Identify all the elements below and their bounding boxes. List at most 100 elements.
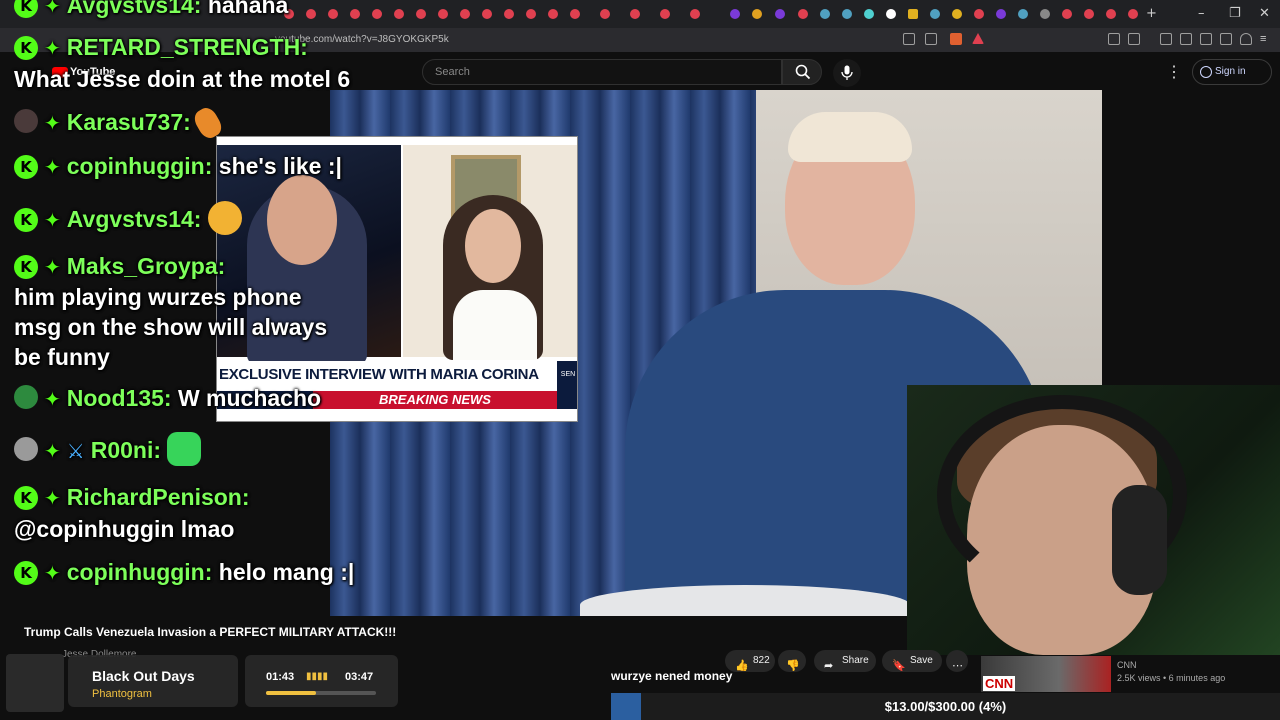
minimize-icon[interactable]: – (1198, 6, 1205, 21)
menu-icon[interactable]: ≡ (1260, 33, 1272, 45)
chat-message: K ✦ copinhuggin: helo mang :| (14, 557, 354, 588)
song-title: Black Out Days (92, 668, 195, 684)
tab-favicon[interactable] (1040, 9, 1050, 19)
tab-favicon[interactable] (864, 9, 874, 19)
tab-favicon[interactable] (930, 9, 940, 19)
kick-icon: K (14, 561, 38, 585)
wallet-icon[interactable] (1200, 33, 1212, 45)
tab-favicon[interactable] (328, 9, 338, 19)
rewards-icon[interactable] (972, 33, 984, 44)
tab-favicon[interactable] (306, 9, 316, 19)
subscriber-icon: ✦ (44, 486, 61, 510)
tab-favicon[interactable] (482, 9, 492, 19)
news-guest-frame (403, 145, 577, 360)
tab-favicon[interactable] (752, 9, 762, 19)
tab-favicon[interactable] (798, 9, 808, 19)
tab-favicon[interactable] (372, 9, 382, 19)
subscriber-icon: ✦ (44, 439, 61, 463)
album-art (6, 654, 64, 712)
tab-favicon[interactable] (504, 9, 514, 19)
user-avatar (14, 109, 38, 133)
recommended-thumbnail[interactable]: CNN (981, 656, 1111, 692)
tab-favicon[interactable] (350, 9, 360, 19)
tab-favicon[interactable] (438, 9, 448, 19)
tab-favicon[interactable] (908, 9, 918, 19)
tab-favicon[interactable] (460, 9, 470, 19)
chat-message: What Jesse doin at the motel 6 (14, 64, 350, 94)
tab-favicon[interactable] (394, 9, 404, 19)
cast-icon[interactable] (903, 33, 915, 45)
subscriber-icon: ✦ (44, 255, 61, 279)
tab-favicon[interactable] (820, 9, 830, 19)
extensions-icon[interactable] (1108, 33, 1120, 45)
tab-favicon[interactable] (886, 9, 896, 19)
chat-text: him playing wurzes phone msg on the show… (14, 284, 328, 370)
user-avatar (14, 385, 38, 409)
tab-favicon[interactable] (1062, 9, 1072, 19)
song-duration: 03:47 (345, 671, 374, 683)
sidebar-icon[interactable] (1180, 33, 1192, 45)
brave-shield-icon[interactable] (950, 33, 962, 45)
tab-favicon[interactable] (570, 9, 580, 19)
downloads-icon[interactable] (1220, 33, 1232, 45)
tab-favicon[interactable] (775, 9, 785, 19)
like-count: 822 (753, 655, 770, 666)
microphone-icon (841, 65, 853, 80)
like-button[interactable]: 👍 822 (725, 650, 775, 672)
tab-favicon[interactable] (1106, 9, 1116, 19)
chat-message: ✦ Nood135: W muchacho (14, 383, 321, 414)
current-time: 01:43 (266, 671, 295, 683)
tab-favicon[interactable] (1018, 9, 1028, 19)
chat-username: RichardPenison: (66, 484, 250, 510)
tab-favicon[interactable] (974, 9, 984, 19)
headphone-earcup (1112, 485, 1167, 595)
share-button[interactable]: ➦ Share (814, 650, 876, 672)
guest-face (465, 209, 521, 283)
recommended-channel[interactable]: CNN (1117, 660, 1137, 670)
chat-username: Nood135: (66, 385, 172, 411)
new-tab-icon[interactable]: + (1146, 6, 1157, 21)
tab-favicon[interactable] (600, 9, 610, 19)
tab-favicon[interactable] (1084, 9, 1094, 19)
news-network-logo: SEN (557, 361, 577, 409)
tab-favicon[interactable] (996, 9, 1006, 19)
tab-favicon[interactable] (660, 9, 670, 19)
tab-favicon[interactable] (630, 9, 640, 19)
tab-favicon[interactable] (730, 9, 740, 19)
media-icon[interactable] (1160, 33, 1172, 45)
streamer-webcam (907, 385, 1280, 655)
sign-in-button[interactable]: Sign in (1192, 59, 1272, 85)
thumbnail-logo: CNN (983, 676, 1016, 691)
tab-favicon[interactable] (952, 9, 962, 19)
tab-favicon[interactable] (690, 9, 700, 19)
search-placeholder: Search (435, 66, 470, 78)
screenshot-icon[interactable] (1128, 33, 1140, 45)
tab-favicon[interactable] (548, 9, 558, 19)
tts-message: wurzye nened money (611, 669, 733, 683)
tab-favicon[interactable] (526, 9, 536, 19)
account-icon (1200, 66, 1212, 78)
search-button[interactable] (782, 59, 822, 85)
share-page-icon[interactable] (925, 33, 937, 45)
tab-favicon[interactable] (1128, 9, 1138, 19)
restore-icon[interactable]: ❐ (1229, 6, 1241, 21)
save-button[interactable]: 🔖 Save (882, 650, 942, 672)
song-artist: Phantogram (92, 688, 152, 700)
chat-text: @copinhuggin lmao (14, 516, 235, 542)
anchor-face (267, 175, 337, 265)
dislike-button[interactable]: 👎 (778, 650, 806, 672)
donation-goal-bar: $13.00/$300.00 (4%) (611, 693, 1280, 720)
close-icon[interactable]: ✕ (1259, 6, 1270, 21)
tab-favicon[interactable] (842, 9, 852, 19)
tab-favicon[interactable] (416, 9, 426, 19)
thumbs-up-icon: 👍 (735, 659, 749, 672)
vpn-icon[interactable] (1240, 33, 1252, 45)
search-input[interactable]: Search (422, 59, 782, 85)
settings-menu-icon[interactable]: ⋮ (1166, 62, 1182, 82)
share-label: Share (842, 655, 869, 666)
voice-search-button[interactable] (833, 59, 861, 87)
guest-top (453, 290, 537, 360)
chat-message: him playing wurzes phone msg on the show… (14, 282, 334, 372)
more-actions-button[interactable]: ⋯ (946, 650, 968, 672)
breaking-news-banner: BREAKING NEWS (313, 391, 557, 409)
